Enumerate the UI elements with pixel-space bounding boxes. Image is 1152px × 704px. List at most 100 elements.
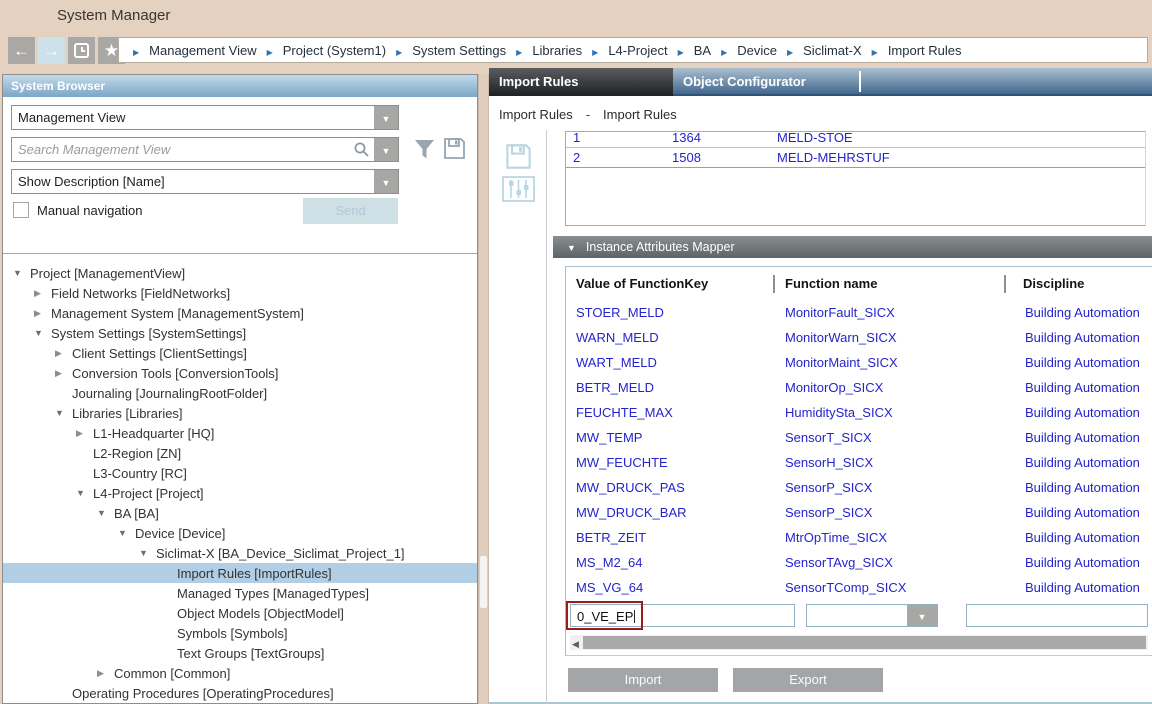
tree-item[interactable]: L2-Region [ZN] — [3, 443, 477, 463]
tree-expander-icon[interactable] — [34, 288, 51, 299]
mapper-cell-discipline[interactable]: Building Automation — [1006, 330, 1152, 345]
rule-row[interactable]: 1 1364 MELD-STOE — [566, 131, 1145, 148]
mapper-row[interactable]: BETR_ZEIT MtrOpTime_SICX Building Automa… — [566, 525, 1152, 550]
breadcrumb-item[interactable]: Project (System1) — [257, 43, 386, 58]
mapper-cell-discipline[interactable]: Building Automation — [1006, 405, 1152, 420]
mapper-cell-key[interactable]: BETR_ZEIT — [566, 530, 775, 545]
column-header-functionkey[interactable]: Value of FunctionKey — [566, 276, 773, 291]
scrollbar-thumb[interactable] — [583, 636, 1146, 649]
tree-item[interactable]: Device [Device] — [3, 523, 477, 543]
breadcrumb-item[interactable]: Siclimat-X — [777, 43, 862, 58]
new-functionkey-input[interactable]: 0_VE_EP — [570, 604, 795, 627]
tree-expander-icon[interactable] — [97, 668, 114, 679]
mapper-cell-key[interactable]: MW_DRUCK_BAR — [566, 505, 775, 520]
mapper-cell-function[interactable]: SensorTAvg_SICX — [775, 555, 1006, 570]
tree-item[interactable]: Common [Common] — [3, 663, 477, 683]
scroll-left-icon[interactable] — [570, 635, 583, 650]
tree-expander-icon[interactable] — [34, 308, 51, 319]
new-function-name-select[interactable] — [806, 604, 938, 627]
save-search-button[interactable] — [443, 137, 466, 160]
back-button[interactable] — [8, 37, 35, 64]
mapper-row[interactable]: MW_TEMP SensorT_SICX Building Automation — [566, 425, 1152, 450]
search-input[interactable]: Search Management View — [12, 142, 353, 157]
description-selector[interactable]: Show Description [Name] — [11, 169, 399, 194]
mapper-cell-key[interactable]: WART_MELD — [566, 355, 775, 370]
tree-item[interactable]: L3-Country [RC] — [3, 463, 477, 483]
breadcrumb-item[interactable]: L4-Project — [582, 43, 667, 58]
mapper-cell-discipline[interactable]: Building Automation — [1006, 430, 1152, 445]
configure-columns-button[interactable] — [502, 176, 535, 205]
tree-item[interactable]: L1-Headquarter [HQ] — [3, 423, 477, 443]
history-button[interactable] — [68, 37, 95, 64]
tree-expander-icon[interactable] — [76, 488, 93, 498]
breadcrumb-item[interactable]: System Settings — [386, 43, 506, 58]
mapper-cell-key[interactable]: MW_TEMP — [566, 430, 775, 445]
breadcrumb-item[interactable]: Management View — [123, 43, 257, 58]
tree-item[interactable]: Managed Types [ManagedTypes] — [3, 583, 477, 603]
mapper-cell-function[interactable]: MonitorOp_SICX — [775, 380, 1006, 395]
tree-expander-icon[interactable] — [118, 528, 135, 538]
breadcrumb-item[interactable]: Device — [711, 43, 777, 58]
mapper-cell-discipline[interactable]: Building Automation — [1006, 555, 1152, 570]
breadcrumb-item[interactable]: BA — [668, 43, 712, 58]
tree-item[interactable]: Project [ManagementView] — [3, 263, 477, 283]
tree-item[interactable]: Import Rules [ImportRules] — [3, 563, 477, 583]
mapper-cell-function[interactable]: SensorTComp_SICX — [775, 580, 1006, 595]
function-name-dropdown-button[interactable] — [907, 605, 937, 626]
manual-navigation-checkbox[interactable] — [13, 202, 29, 218]
mapper-cell-key[interactable]: FEUCHTE_MAX — [566, 405, 775, 420]
mapper-cell-discipline[interactable]: Building Automation — [1006, 380, 1152, 395]
tree-expander-icon[interactable] — [139, 548, 156, 558]
tree-vertical-scrollbar[interactable] — [478, 74, 489, 704]
mapper-row[interactable]: MW_DRUCK_PAS SensorP_SICX Building Autom… — [566, 475, 1152, 500]
tree-item[interactable]: Journaling [JournalingRootFolder] — [3, 383, 477, 403]
mapper-cell-function[interactable]: MonitorWarn_SICX — [775, 330, 1006, 345]
tree-item[interactable]: Management System [ManagementSystem] — [3, 303, 477, 323]
tree-item[interactable]: Symbols [Symbols] — [3, 623, 477, 643]
tree-item[interactable]: Conversion Tools [ConversionTools] — [3, 363, 477, 383]
mapper-cell-key[interactable]: WARN_MELD — [566, 330, 775, 345]
mapper-cell-key[interactable]: BETR_MELD — [566, 380, 775, 395]
new-discipline-input[interactable] — [966, 604, 1148, 627]
mapper-cell-discipline[interactable]: Building Automation — [1006, 530, 1152, 545]
mapper-row[interactable]: MW_DRUCK_BAR SensorP_SICX Building Autom… — [566, 500, 1152, 525]
tree-item[interactable]: Text Groups [TextGroups] — [3, 643, 477, 663]
save-rules-button[interactable] — [505, 143, 532, 173]
tree-item[interactable]: L4-Project [Project] — [3, 483, 477, 503]
mapper-row[interactable]: MW_FEUCHTE SensorH_SICX Building Automat… — [566, 450, 1152, 475]
scrollbar-thumb[interactable] — [480, 556, 487, 608]
mapper-row[interactable]: MS_M2_64 SensorTAvg_SICX Building Automa… — [566, 550, 1152, 575]
tree-item[interactable]: Siclimat-X [BA_Device_Siclimat_Project_1… — [3, 543, 477, 563]
column-header-discipline[interactable]: Discipline — [1006, 276, 1152, 291]
mapper-row[interactable]: WARN_MELD MonitorWarn_SICX Building Auto… — [566, 325, 1152, 350]
mapper-horizontal-scrollbar[interactable] — [570, 635, 1148, 650]
mapper-row[interactable]: WART_MELD MonitorMaint_SICX Building Aut… — [566, 350, 1152, 375]
instance-attributes-mapper-header[interactable]: Instance Attributes Mapper — [553, 236, 1152, 258]
mapper-cell-discipline[interactable]: Building Automation — [1006, 580, 1152, 595]
tab-import-rules[interactable]: Import Rules — [489, 68, 673, 96]
mapper-cell-key[interactable]: MW_DRUCK_PAS — [566, 480, 775, 495]
tree-expander-icon[interactable] — [76, 428, 93, 439]
mapper-cell-function[interactable]: SensorP_SICX — [775, 480, 1006, 495]
tree-item[interactable]: Object Models [ObjectModel] — [3, 603, 477, 623]
forward-button[interactable] — [38, 37, 65, 64]
tree-item[interactable]: Field Networks [FieldNetworks] — [3, 283, 477, 303]
search-dropdown-button[interactable] — [374, 138, 398, 161]
tree-expander-icon[interactable] — [34, 328, 51, 338]
search-box[interactable]: Search Management View — [11, 137, 399, 162]
mapper-cell-function[interactable]: MonitorMaint_SICX — [775, 355, 1006, 370]
view-selector[interactable]: Management View — [11, 105, 399, 130]
tree-expander-icon[interactable] — [55, 348, 72, 359]
mapper-row[interactable]: FEUCHTE_MAX HumiditySta_SICX Building Au… — [566, 400, 1152, 425]
mapper-cell-function[interactable]: SensorP_SICX — [775, 505, 1006, 520]
mapper-cell-function[interactable]: SensorH_SICX — [775, 455, 1006, 470]
tree-item[interactable]: BA [BA] — [3, 503, 477, 523]
view-selector-dropdown-button[interactable] — [374, 106, 398, 129]
filter-button[interactable] — [413, 139, 436, 160]
content-breadcrumb-right[interactable]: Import Rules — [603, 107, 677, 122]
collapse-triangle-icon[interactable] — [553, 240, 586, 254]
tree-expander-icon[interactable] — [55, 368, 72, 379]
mapper-row[interactable]: STOER_MELD MonitorFault_SICX Building Au… — [566, 300, 1152, 325]
mapper-cell-function[interactable]: MonitorFault_SICX — [775, 305, 1006, 320]
tree-item[interactable]: Libraries [Libraries] — [3, 403, 477, 423]
